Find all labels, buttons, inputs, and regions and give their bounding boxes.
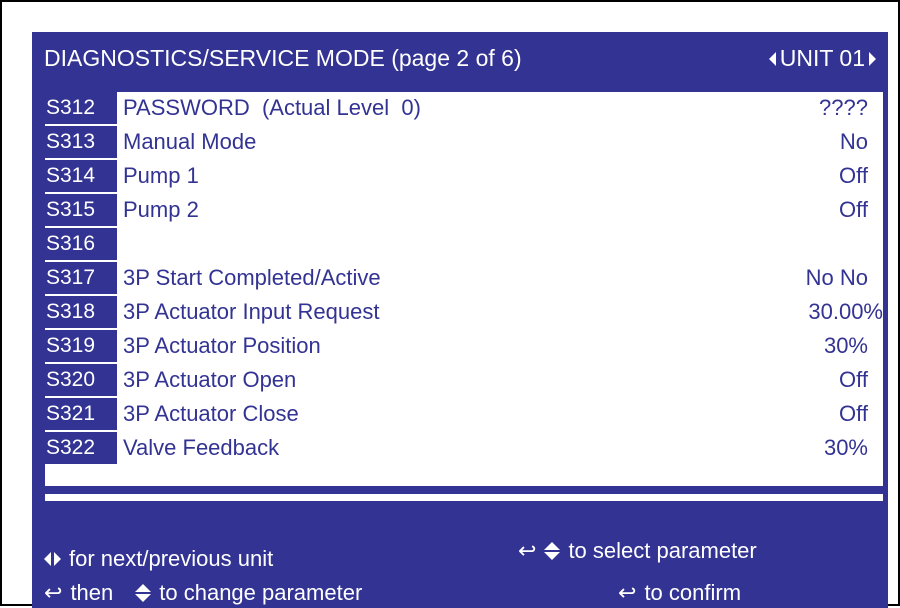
parameter-code: S314 <box>45 160 117 192</box>
parameter-code: S317 <box>45 262 117 294</box>
parameter-row[interactable]: S320 3P Actuator Open Off <box>45 364 883 396</box>
help-next-prev: for next/previous unit <box>44 546 273 572</box>
parameter-value: No No <box>805 265 868 290</box>
enter-return-icon: ↩ <box>618 580 637 605</box>
service-panel: DIAGNOSTICS/SERVICE MODE (page 2 of 6) U… <box>32 32 888 608</box>
parameter-row[interactable]: S316 <box>45 228 883 260</box>
parameter-label: 3P Actuator Position <box>123 333 321 358</box>
help-change-text: to change parameter <box>159 580 363 605</box>
parameter-code: S315 <box>45 194 117 226</box>
parameter-label: Valve Feedback <box>123 435 280 460</box>
enter-return-icon: ↩ <box>44 580 63 605</box>
parameter-value: Off <box>839 367 868 392</box>
parameter-code: S312 <box>45 92 117 124</box>
parameter-value: Off <box>839 401 868 426</box>
help-confirm-text: to confirm <box>644 580 742 605</box>
parameter-row[interactable]: S314 Pump 1 Off <box>45 160 883 192</box>
parameter-row[interactable]: S315 Pump 2 Off <box>45 194 883 226</box>
unit-label: UNIT 01 <box>779 45 865 71</box>
parameter-row[interactable]: S322 Valve Feedback 30% <box>45 432 883 464</box>
parameter-label: 3P Start Completed/Active <box>123 265 381 290</box>
unit-selector[interactable]: UNIT 01 <box>768 45 876 72</box>
parameter-code: S313 <box>45 126 117 158</box>
parameter-label: Pump 2 <box>123 197 199 222</box>
parameter-code: S318 <box>45 296 117 328</box>
screen-frame: DIAGNOSTICS/SERVICE MODE (page 2 of 6) U… <box>0 0 900 608</box>
parameter-code: S321 <box>45 398 117 430</box>
previous-unit-icon[interactable] <box>768 51 776 66</box>
parameter-code: S320 <box>45 364 117 396</box>
parameter-row[interactable]: S313 Manual Mode No <box>45 126 883 158</box>
parameter-value: 30.00% <box>808 299 883 324</box>
parameter-value: Off <box>839 197 868 222</box>
help-confirm: ↩ to confirm <box>618 580 741 606</box>
left-right-arrows-icon <box>44 552 61 566</box>
parameter-label: 3P Actuator Open <box>123 367 297 392</box>
up-down-arrows-icon <box>544 542 561 560</box>
parameter-list: S312 PASSWORD (Actual Level 0) ???? S313… <box>45 92 883 486</box>
panel-header: DIAGNOSTICS/SERVICE MODE (page 2 of 6) U… <box>32 32 888 88</box>
parameter-code: S322 <box>45 432 117 464</box>
parameter-label: 3P Actuator Close <box>123 401 299 426</box>
help-footer: for next/previous unit ↩ to select param… <box>32 502 888 608</box>
parameter-value: 30% <box>823 333 868 358</box>
parameter-value: Off <box>839 163 868 188</box>
help-then-text: then <box>70 580 114 605</box>
parameter-value: ???? <box>819 95 868 120</box>
parameter-row[interactable]: S321 3P Actuator Close Off <box>45 398 883 430</box>
up-down-arrows-icon <box>135 584 152 602</box>
parameter-row[interactable]: S317 3P Start Completed/Active No No <box>45 262 883 294</box>
next-unit-icon[interactable] <box>869 51 876 66</box>
parameter-code: S319 <box>45 330 117 362</box>
parameter-label: Pump 1 <box>123 163 199 188</box>
parameter-label: 3P Actuator Input Request <box>123 299 380 324</box>
help-select: ↩ to select parameter <box>518 538 757 564</box>
help-change: ↩ then to change parameter <box>44 580 362 606</box>
parameter-value: No <box>839 129 868 154</box>
enter-return-icon: ↩ <box>518 538 537 563</box>
help-select-text: to select parameter <box>568 538 757 563</box>
footer-divider <box>45 494 883 501</box>
help-next-prev-text: for next/previous unit <box>69 546 274 571</box>
page-title: DIAGNOSTICS/SERVICE MODE (page 2 of 6) <box>44 45 522 71</box>
parameter-row[interactable]: S318 3P Actuator Input Request 30.00% <box>45 296 883 328</box>
parameter-label: Manual Mode <box>123 129 257 154</box>
parameter-code: S316 <box>45 228 117 260</box>
parameter-row[interactable]: S319 3P Actuator Position 30% <box>45 330 883 362</box>
parameter-value: 30% <box>823 435 868 460</box>
parameter-row[interactable]: S312 PASSWORD (Actual Level 0) ???? <box>45 92 883 124</box>
parameter-label: PASSWORD (Actual Level 0) <box>123 95 421 120</box>
